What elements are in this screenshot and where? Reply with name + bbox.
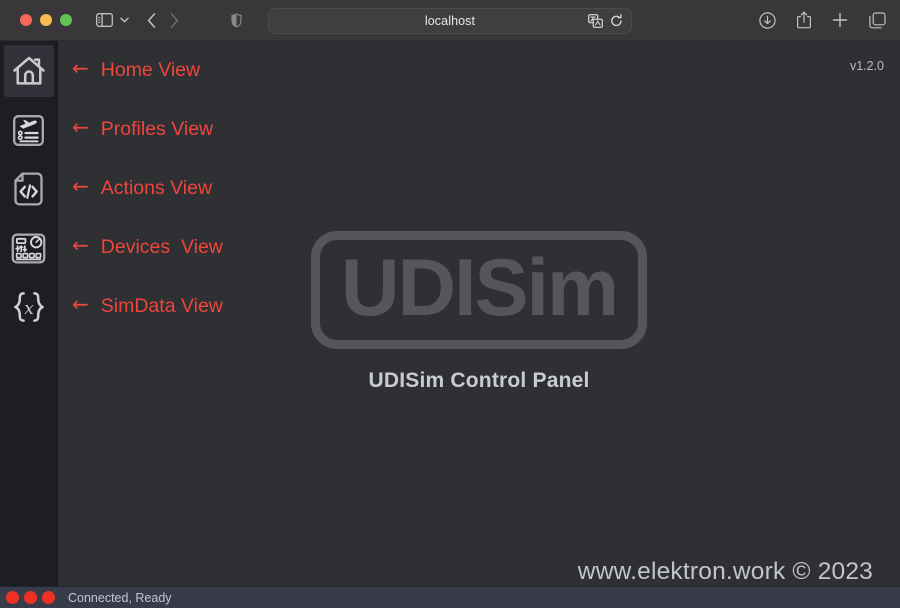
sidebar-item-actions[interactable] — [4, 163, 54, 215]
sidebar-item-simdata[interactable]: x — [4, 281, 54, 333]
nav-link-label: Actions View — [100, 177, 213, 199]
translate-icon[interactable] — [588, 14, 603, 28]
svg-text:x: x — [24, 299, 34, 319]
status-dot — [6, 591, 19, 604]
left-arrow-icon: ← — [72, 56, 89, 80]
app-logo-block: UDISim UDISim Control Panel — [58, 231, 900, 393]
version-label: v1.2.0 — [849, 59, 884, 73]
minimize-window-button[interactable] — [40, 14, 52, 26]
sidebar-rail: x — [0, 41, 58, 608]
address-bar[interactable]: localhost — [268, 8, 632, 34]
sidebar-item-devices[interactable] — [4, 222, 54, 274]
navigation-arrows — [147, 12, 179, 28]
sidebar-icon[interactable] — [96, 13, 113, 27]
maximize-window-button[interactable] — [60, 14, 72, 26]
status-dot — [24, 591, 37, 604]
home-icon — [12, 55, 46, 87]
address-bar-actions — [588, 14, 623, 28]
chevron-down-icon[interactable] — [120, 17, 129, 23]
udisim-logo: UDISim — [311, 231, 647, 349]
page-title: UDISim Control Panel — [368, 369, 590, 392]
status-dot — [42, 591, 55, 604]
tab-overview-icon[interactable] — [869, 11, 886, 29]
share-icon[interactable] — [797, 11, 811, 29]
browser-toolbar-actions — [759, 11, 886, 29]
site-credit: www.elektron.work © 2023 — [577, 558, 873, 585]
device-panel-icon — [11, 232, 46, 264]
app-window: x v1.2.0 ← Home View ← Profiles View ← A… — [0, 41, 900, 608]
nav-link-label: Home View — [100, 59, 201, 81]
browser-toolbar: localhost — [0, 0, 900, 41]
back-icon[interactable] — [147, 12, 156, 28]
status-bar: Connected, Ready — [0, 586, 900, 608]
privacy-shield-group[interactable] — [231, 12, 242, 28]
braces-x-icon: x — [12, 290, 46, 324]
window-traffic-lights — [20, 14, 72, 26]
code-file-icon — [13, 172, 44, 206]
shield-icon[interactable] — [231, 12, 242, 28]
main-content: v1.2.0 ← Home View ← Profiles View ← Act… — [58, 41, 900, 608]
nav-link-actions-view[interactable]: ← Actions View — [72, 174, 223, 236]
status-indicator-dots — [6, 591, 55, 604]
downloads-icon[interactable] — [759, 11, 776, 29]
reload-icon[interactable] — [610, 14, 623, 28]
sidebar-item-profiles[interactable] — [4, 104, 54, 156]
close-window-button[interactable] — [20, 14, 32, 26]
nav-link-profiles-view[interactable]: ← Profiles View — [72, 115, 223, 177]
url-text[interactable]: localhost — [425, 14, 475, 28]
nav-link-home-view[interactable]: ← Home View — [72, 56, 223, 118]
status-text: Connected, Ready — [68, 590, 172, 605]
udisim-logo-text: UDISim — [340, 242, 619, 333]
sidebar-toggle-group[interactable] — [96, 13, 129, 27]
nav-link-label: Profiles View — [100, 118, 214, 140]
forward-icon[interactable] — [170, 12, 179, 28]
left-arrow-icon: ← — [72, 115, 89, 139]
flight-profile-list-icon — [12, 114, 45, 147]
new-tab-icon[interactable] — [832, 12, 848, 28]
sidebar-item-home[interactable] — [3, 45, 54, 97]
left-arrow-icon: ← — [72, 174, 89, 198]
